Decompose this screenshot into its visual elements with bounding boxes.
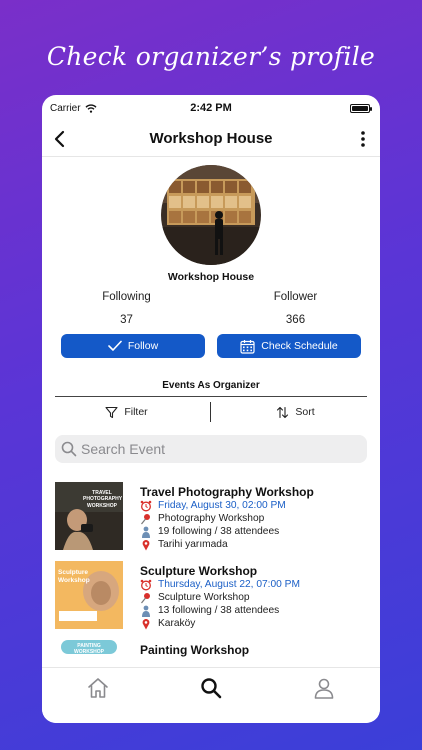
filter-button[interactable]: Filter xyxy=(42,406,211,419)
event-name: Painting Workshop xyxy=(140,643,250,657)
event-location: Tarihi yarımada xyxy=(158,539,228,551)
events-section-title: Events As Organizer xyxy=(162,380,260,391)
event-date: Friday, August 30, 02:00 PM xyxy=(158,500,286,512)
nav-bar: Workshop House xyxy=(42,121,380,157)
following-count: 37 xyxy=(120,314,133,326)
following-stat[interactable]: Following 37 xyxy=(42,291,211,326)
follow-stats: Following 37 Follower 366 xyxy=(42,291,380,326)
search-input[interactable] xyxy=(81,441,341,457)
follower-label: Follower xyxy=(273,291,318,303)
location-pin-icon xyxy=(140,618,152,630)
filter-label: Filter xyxy=(124,406,148,418)
calendar-icon xyxy=(240,339,255,354)
event-category-row: Photography Workshop xyxy=(140,513,314,526)
alarm-clock-icon xyxy=(140,579,152,591)
location-pin-icon xyxy=(140,539,152,551)
event-date-row: Friday, August 30, 02:00 PM xyxy=(140,500,314,513)
event-attendees-row: 19 following / 38 attendees xyxy=(140,526,314,539)
event-item[interactable]: TRAVEL PHOTOGRAPHY WORKSHOP Travel Photo… xyxy=(42,482,380,552)
organizer-name: Workshop House xyxy=(167,271,255,283)
checkmark-icon xyxy=(108,340,122,351)
event-info: Sculpture Workshop Thursday, August 22, … xyxy=(140,561,300,631)
event-name: Travel Photography Workshop xyxy=(140,485,314,499)
organizer-avatar xyxy=(161,165,261,265)
tab-bar xyxy=(42,667,380,723)
event-date-row: Thursday, August 22, 07:00 PM xyxy=(140,579,300,592)
avatar-container xyxy=(42,165,380,265)
event-name: Sculpture Workshop xyxy=(140,564,258,578)
profile-icon xyxy=(314,678,333,699)
event-thumbnail-text: PAINTING WORKSHOP xyxy=(74,643,104,655)
section-divider xyxy=(55,396,367,397)
filter-icon xyxy=(105,406,118,418)
event-thumbnail: Sculpture Workshop xyxy=(55,561,123,629)
filter-sort-separator xyxy=(210,402,211,422)
follower-count: 366 xyxy=(285,314,306,326)
event-location-row: Tarihi yarımada xyxy=(140,539,314,552)
pushpin-icon xyxy=(140,592,152,604)
tab-profile[interactable] xyxy=(267,676,380,700)
event-thumbnail-text: Sculpture Workshop xyxy=(58,569,90,584)
event-thumbnail: TRAVEL PHOTOGRAPHY WORKSHOP xyxy=(55,482,123,550)
event-location-row: Karaköy xyxy=(140,618,300,631)
search-icon xyxy=(201,678,222,699)
home-icon xyxy=(88,678,109,698)
event-category: Photography Workshop xyxy=(158,513,265,525)
person-icon xyxy=(140,526,152,538)
person-icon xyxy=(140,605,152,617)
status-bar: Carrier 2:42 PM xyxy=(42,95,380,121)
tab-search[interactable] xyxy=(155,676,268,700)
tab-home[interactable] xyxy=(42,676,155,700)
follower-stat[interactable]: Follower 366 xyxy=(211,291,380,326)
status-time: 2:42 PM xyxy=(190,102,232,114)
search-icon xyxy=(61,441,77,457)
alarm-clock-icon xyxy=(140,500,152,512)
more-options-icon[interactable] xyxy=(360,130,366,148)
pushpin-icon xyxy=(140,513,152,525)
event-thumbnail-text: TRAVEL PHOTOGRAPHY WORKSHOP xyxy=(83,490,123,509)
event-location: Karaköy xyxy=(158,618,196,630)
follow-button[interactable]: Follow xyxy=(61,334,205,358)
sort-label: Sort xyxy=(295,406,315,418)
sort-icon xyxy=(277,406,289,418)
page-title: Workshop House xyxy=(149,130,273,147)
profile-actions: Follow Check Schedule xyxy=(42,334,380,358)
event-item[interactable]: Sculpture Workshop Sculpture Workshop Th… xyxy=(42,561,380,631)
event-info: Travel Photography Workshop Friday, Augu… xyxy=(140,482,314,552)
event-attendees: 13 following / 38 attendees xyxy=(158,605,280,617)
event-category: Sculpture Workshop xyxy=(158,592,250,604)
check-schedule-label: Check Schedule xyxy=(261,340,338,352)
event-date: Thursday, August 22, 07:00 PM xyxy=(158,579,300,591)
event-attendees-row: 13 following / 38 attendees xyxy=(140,605,300,618)
filter-sort-bar: Filter Sort xyxy=(42,399,380,425)
event-category-row: Sculpture Workshop xyxy=(140,592,300,605)
event-attendees: 19 following / 38 attendees xyxy=(158,526,280,538)
search-bar[interactable] xyxy=(55,435,367,463)
following-label: Following xyxy=(102,291,151,303)
check-schedule-button[interactable]: Check Schedule xyxy=(217,334,361,358)
sort-button[interactable]: Sort xyxy=(211,406,380,419)
promo-banner-title: Check organizer’s profile xyxy=(46,42,376,71)
battery-icon xyxy=(350,103,372,113)
phone-screen: Carrier 2:42 PM Workshop House Workshop … xyxy=(42,95,380,723)
follow-button-label: Follow xyxy=(127,340,159,352)
back-chevron-icon[interactable] xyxy=(50,129,70,149)
